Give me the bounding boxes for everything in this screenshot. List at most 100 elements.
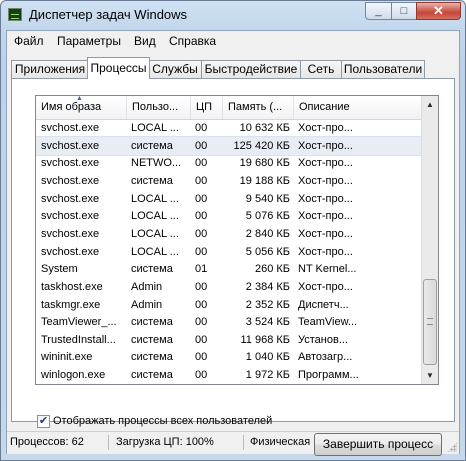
process-row[interactable]: svchost.exe LOCAL ... 00 5 076 КБ Хост-про..…: [36, 207, 422, 225]
process-row[interactable]: svchost.exe NETWO... 00 19 680 КБ Хост-про..…: [36, 154, 422, 172]
process-image-name: winlogon.exe: [41, 369, 106, 382]
checkmark-icon: ✔: [38, 415, 49, 427]
vertical-scrollbar[interactable]: ▲ ▼: [421, 96, 438, 384]
process-list-header: ▲ Имя образа Пользо... ЦП Память (... Оп…: [36, 96, 422, 120]
scroll-up-button[interactable]: ▲: [422, 96, 438, 113]
title-bar[interactable]: Диспетчер задач Windows _ □ ✕: [1, 1, 465, 29]
process-memory: 10 632 КБ: [239, 122, 290, 134]
process-cpu: 00: [195, 351, 208, 364]
process-row[interactable]: winlogon.exe система 00 1 972 КБ Программ...: [36, 366, 422, 384]
close-button[interactable]: ✕: [416, 2, 461, 20]
process-description: Хост-про...: [298, 139, 353, 152]
menu-help[interactable]: Справка: [169, 34, 216, 48]
process-row[interactable]: TeamViewer_... система 00 3 524 КБ TeamView.…: [36, 313, 422, 331]
process-image-name: svchost.exe: [41, 210, 100, 223]
process-image-name: svchost.exe: [41, 174, 100, 187]
process-description: Хост-про...: [298, 245, 353, 258]
process-row[interactable]: taskmgr.exe Admin 00 2 352 КБ Диспетч...: [36, 296, 422, 314]
process-user: система: [131, 174, 173, 187]
close-icon: ✕: [433, 3, 444, 18]
process-cpu: 00: [195, 369, 208, 382]
process-image-name: svchost.exe: [41, 139, 100, 152]
process-memory: 1 040 КБ: [245, 351, 290, 364]
minimize-button[interactable]: _: [365, 2, 392, 20]
process-memory: 2 840 КБ: [245, 227, 290, 240]
process-description: Установ...: [298, 333, 348, 346]
column-memory[interactable]: Память (...: [223, 96, 294, 119]
process-image-name: svchost.exe: [41, 245, 100, 258]
show-all-users-label[interactable]: Отображать процессы всех пользователей: [53, 415, 272, 427]
status-divider: [108, 435, 109, 450]
menu-bar: Файл Параметры Вид Справка: [7, 31, 459, 51]
column-user[interactable]: Пользо...: [127, 96, 191, 119]
process-row[interactable]: TrustedInstall... система 00 11 968 КБ Устан…: [36, 331, 422, 349]
window-title: Диспетчер задач Windows: [29, 7, 188, 22]
menu-view[interactable]: Вид: [134, 34, 156, 48]
window-client-area: Файл Параметры Вид Справка Приложения Пр…: [6, 30, 460, 456]
process-row[interactable]: svchost.exe LOCAL ... 00 5 056 КБ Хост-про..…: [36, 243, 422, 261]
status-cpu-usage: Загрузка ЦП: 100%: [116, 436, 214, 448]
process-memory: 5 056 КБ: [245, 245, 290, 258]
process-cpu: 00: [195, 174, 208, 187]
process-row[interactable]: svchost.exe LOCAL ... 00 9 540 КБ Хост-про..…: [36, 190, 422, 208]
process-list[interactable]: ▲ Имя образа Пользо... ЦП Память (... Оп…: [35, 95, 439, 385]
process-user: система: [131, 351, 173, 364]
process-cpu: 00: [195, 192, 208, 205]
process-user: LOCAL ...: [131, 122, 179, 134]
menu-file[interactable]: Файл: [14, 34, 44, 48]
process-image-name: wininit.exe: [41, 351, 93, 364]
process-image-name: taskhost.exe: [41, 280, 103, 293]
tab-network[interactable]: Сеть: [300, 60, 342, 78]
tab-applications[interactable]: Приложения: [11, 60, 89, 78]
process-memory: 9 540 КБ: [245, 192, 290, 205]
end-process-button[interactable]: Завершить процесс: [314, 433, 442, 456]
process-description: NT Kernel...: [298, 263, 357, 276]
process-image-name: svchost.exe: [41, 122, 100, 134]
process-description: TeamView...: [298, 316, 358, 329]
tab-performance[interactable]: Быстродействие: [201, 60, 301, 78]
process-image-name: System: [41, 263, 78, 276]
column-image-name[interactable]: ▲ Имя образа: [36, 96, 127, 119]
process-row[interactable]: svchost.exe система 00 19 188 КБ Хост-про...: [36, 172, 422, 190]
column-cpu[interactable]: ЦП: [191, 96, 223, 119]
process-description: Хост-про...: [298, 157, 353, 170]
process-description: Хост-про...: [298, 122, 353, 134]
tab-services[interactable]: Службы: [148, 60, 202, 78]
process-cpu: 00: [195, 280, 208, 293]
process-memory: 2 384 КБ: [245, 280, 290, 293]
process-user: LOCAL ...: [131, 227, 179, 240]
process-description: Хост-про...: [298, 174, 353, 187]
process-cpu: 00: [195, 245, 208, 258]
process-image-name: taskmgr.exe: [41, 298, 101, 311]
column-description[interactable]: Описание: [294, 96, 422, 119]
process-row[interactable]: System система 01 260 КБ NT Kernel...: [36, 260, 422, 278]
process-cpu: 00: [195, 333, 208, 346]
process-image-name: svchost.exe: [41, 192, 100, 205]
resize-grip[interactable]: [447, 442, 457, 452]
process-memory: 2 352 КБ: [245, 298, 290, 311]
process-row[interactable]: wininit.exe система 00 1 040 КБ Автозагр...: [36, 348, 422, 366]
process-row[interactable]: taskhost.exe Admin 00 2 384 КБ Хост-про...: [36, 278, 422, 296]
process-description: Хост-про...: [298, 280, 353, 293]
process-memory: 19 680 КБ: [239, 157, 290, 170]
scroll-down-button[interactable]: ▼: [422, 367, 438, 384]
process-description: Хост-про...: [298, 227, 353, 240]
scroll-down-arrow-icon: ▼: [426, 371, 434, 380]
process-row[interactable]: svchost.exe LOCAL ... 00 10 632 КБ Хост-про.…: [36, 119, 422, 137]
process-memory: 11 968 КБ: [240, 333, 290, 346]
process-user: LOCAL ...: [131, 210, 179, 223]
maximize-button[interactable]: □: [391, 2, 417, 20]
process-user: система: [131, 316, 173, 329]
scrollbar-thumb[interactable]: [423, 279, 437, 365]
task-manager-window: Диспетчер задач Windows _ □ ✕ Файл Парам…: [0, 0, 466, 461]
tab-processes[interactable]: Процессы: [87, 57, 150, 79]
process-cpu: 00: [195, 210, 208, 223]
process-row[interactable]: svchost.exe система 00 125 420 КБ Хост-про..…: [36, 135, 423, 156]
tab-users[interactable]: Пользователи: [341, 60, 425, 78]
menu-options[interactable]: Параметры: [57, 34, 121, 48]
show-all-users-checkbox[interactable]: ✔: [37, 415, 50, 428]
process-description: Хост-про...: [298, 210, 353, 223]
process-cpu: 00: [195, 298, 208, 311]
process-row[interactable]: svchost.exe LOCAL ... 00 2 840 КБ Хост-про..…: [36, 225, 422, 243]
status-process-count: Процессов: 62: [10, 436, 84, 448]
